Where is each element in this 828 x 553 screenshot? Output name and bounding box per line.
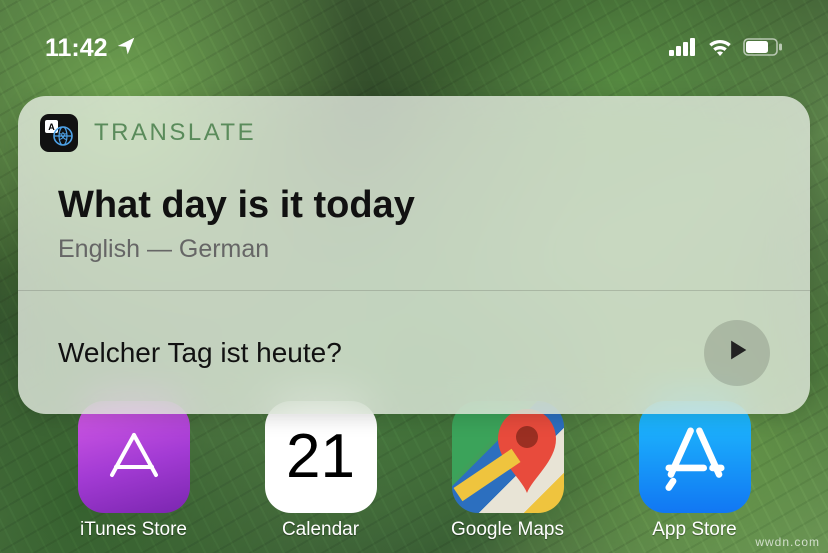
home-row: iTunes Store 21 Calendar Google Maps — [0, 401, 828, 541]
itunes-store-icon — [78, 401, 190, 513]
app-store-icon — [639, 401, 751, 513]
app-calendar[interactable]: 21 Calendar — [251, 401, 391, 541]
language-pair: English — German — [58, 235, 770, 264]
app-app-store[interactable]: App Store — [625, 401, 765, 541]
status-bar: 11:42 — [0, 34, 828, 63]
app-label: App Store — [652, 519, 737, 541]
app-label: Google Maps — [451, 519, 564, 541]
calendar-icon: 21 — [265, 401, 377, 513]
app-itunes-store[interactable]: iTunes Store — [64, 401, 204, 541]
svg-text:文: 文 — [59, 131, 68, 141]
app-label: iTunes Store — [80, 519, 187, 541]
card-source-section: What day is it today English — German — [18, 152, 810, 286]
calendar-day-number: 21 — [286, 426, 355, 488]
google-maps-icon — [452, 401, 564, 513]
status-time: 11:42 — [45, 34, 108, 63]
wifi-icon — [707, 34, 733, 63]
translated-text: Welcher Tag ist heute? — [58, 337, 342, 369]
play-icon — [723, 336, 751, 369]
battery-icon — [743, 34, 783, 63]
card-header: A 文 TRANSLATE — [18, 96, 810, 152]
source-text: What day is it today — [58, 184, 770, 227]
card-app-title: TRANSLATE — [94, 119, 256, 147]
status-left: 11:42 — [45, 34, 136, 63]
play-button[interactable] — [704, 320, 770, 386]
translate-app-icon: A 文 — [40, 114, 78, 152]
watermark: wwdn.com — [755, 535, 820, 549]
translate-card: A 文 TRANSLATE What day is it today Engli… — [18, 96, 810, 414]
app-label: Calendar — [282, 519, 359, 541]
app-google-maps[interactable]: Google Maps — [438, 401, 578, 541]
status-right — [669, 34, 783, 63]
cellular-icon — [669, 34, 697, 63]
card-translation-section: Welcher Tag ist heute? — [18, 291, 810, 414]
svg-text:A: A — [48, 122, 55, 132]
location-icon — [116, 34, 136, 63]
